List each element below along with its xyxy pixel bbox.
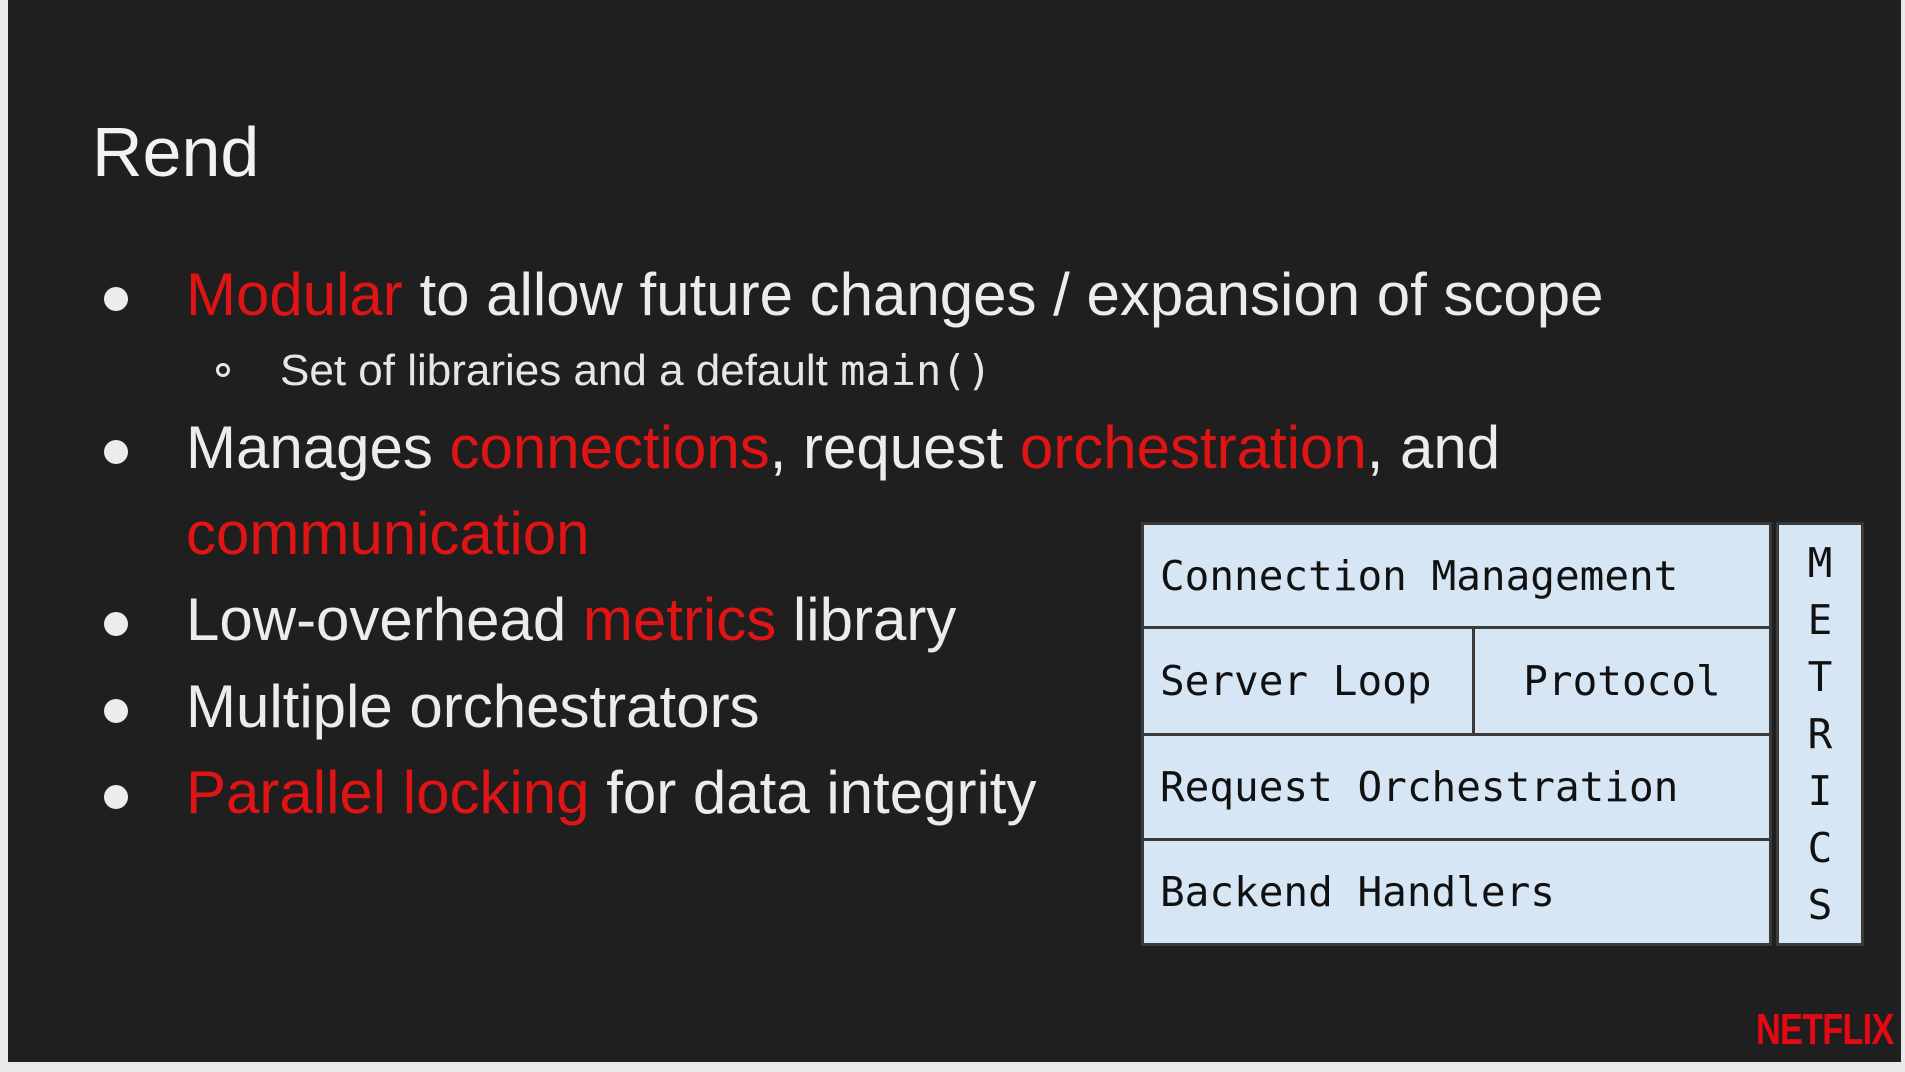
highlight-term: Parallel locking [186,759,590,826]
bullet-text-part: library [776,586,957,653]
protocol-block: Protocol [1472,626,1772,736]
highlight-term: Modular [186,261,403,328]
metrics-letter: R [1807,709,1833,758]
bullet-text-part: Low-overhead [186,586,583,653]
slide: Rend Modular to allow future changes / e… [8,0,1901,1062]
metrics-letter: I [1807,766,1833,815]
bullet-text-part: to allow future changes / expansion of s… [402,261,1604,328]
metrics-letter: C [1807,823,1833,872]
bullet-text: Parallel locking for data integrity [186,750,1036,836]
request-orchestration-block: Request Orchestration [1141,733,1772,841]
bullet-text: Modular to allow future changes / expans… [186,252,1604,338]
highlight-term: connections [449,414,770,481]
bullet-text: Manages connections, request orchestrati… [186,405,1500,491]
bullet-text: Low-overhead metrics library [186,577,956,663]
backend-handlers-block: Backend Handlers [1141,838,1772,946]
sub-bullet-code: main() [840,346,992,395]
bullet-text-part: , and [1366,414,1501,481]
server-loop-block: Server Loop [1141,626,1475,736]
metrics-letter: E [1807,595,1833,644]
block-label: Protocol [1523,657,1721,705]
sub-bullet-text: Set of libraries and a default main() [280,338,992,404]
bullet-dot-icon [104,785,128,809]
metrics-letter: T [1807,652,1833,701]
sub-bullet-label: Set of libraries and a default [280,346,841,395]
bullet-dot-icon [104,287,128,311]
bullet-text-part: for data integrity [589,759,1037,826]
bullet-text: Multiple orchestrators [186,673,760,740]
metrics-letter: M [1807,538,1833,587]
block-label: Request Orchestration [1160,763,1679,811]
slide-title: Rend [92,113,260,191]
netflix-logo: NETFLIX [1756,1005,1894,1054]
block-label: Server Loop [1160,657,1432,705]
block-label: Backend Handlers [1160,868,1555,916]
highlight-term: communication [186,500,590,567]
bullet-text-part: , request [769,414,1020,481]
sub-bullet-ring-icon [216,363,230,377]
metrics-block: M E T R I C S [1776,522,1864,946]
highlight-term: metrics [582,586,777,653]
bullet-dot-icon [104,612,128,636]
bullet-dot-icon [104,440,128,464]
highlight-term: orchestration [1019,414,1367,481]
connection-management-block: Connection Management [1141,522,1772,629]
bullet-dot-icon [104,699,128,723]
metrics-letter: S [1807,880,1833,929]
architecture-diagram: Connection Management Server Loop Protoc… [1141,522,1871,946]
block-label: Connection Management [1160,551,1679,600]
bullet-text-part: Manages [186,414,450,481]
